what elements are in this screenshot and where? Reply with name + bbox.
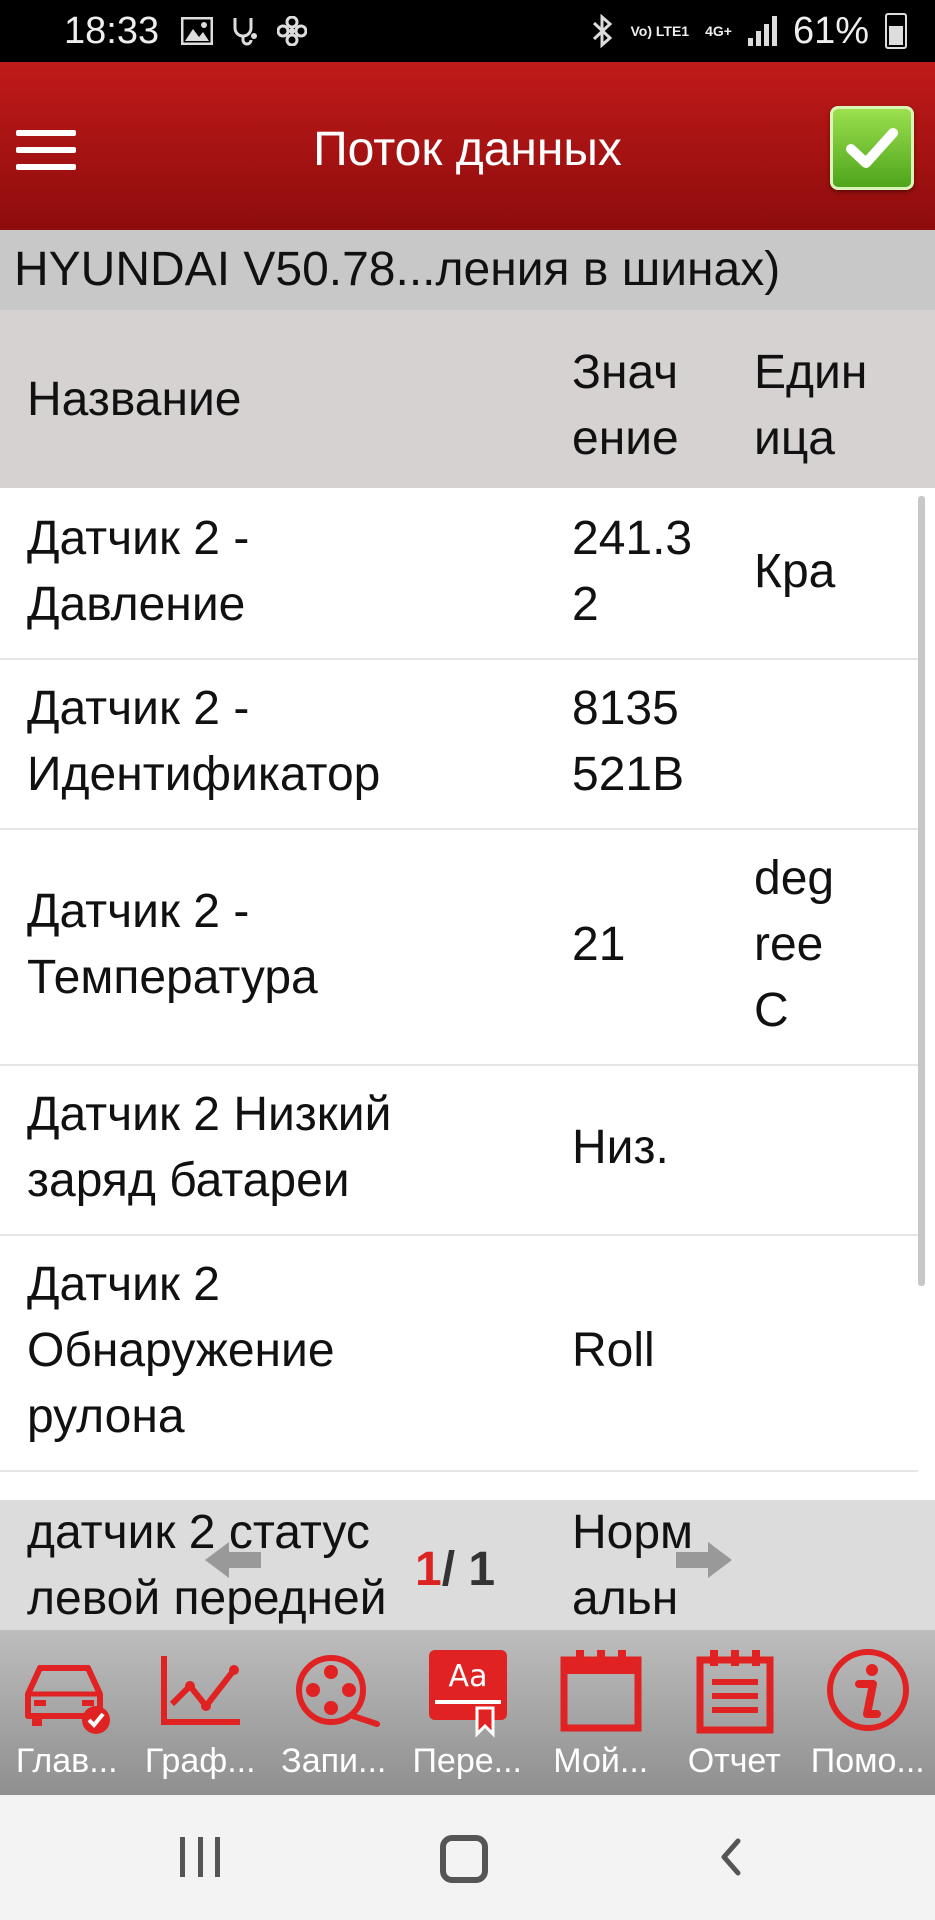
list-scrollbar[interactable] (918, 496, 925, 1286)
prev-page-arrow-icon[interactable] (205, 1540, 261, 1580)
row-value: 8135 521B (572, 682, 685, 801)
pager-bar: датчик 2 статус левой передней Норм альн 1… (0, 1500, 935, 1630)
toolbar-graph-button[interactable]: Граф... (134, 1630, 268, 1795)
row-value: Roll (572, 1324, 655, 1377)
row-unit: deg ree C (754, 852, 835, 1037)
film-reel-icon (296, 1655, 380, 1727)
vehicle-banner: HYUNDAI V50.78...ления в шинах) (0, 230, 935, 310)
table-header: Название Знач ение Един ица (0, 310, 935, 488)
toolbar-translate-button[interactable]: Aa Пере... (401, 1630, 535, 1795)
graph-icon (160, 1656, 240, 1725)
toolbar-my-button[interactable]: Мой... (534, 1630, 668, 1795)
row-value: Низ. (572, 1121, 669, 1174)
confirm-check-icon[interactable] (830, 106, 914, 190)
row-name: Датчик 2 - Идентификатор (27, 682, 381, 801)
table-row[interactable]: Датчик 2 - Идентификатор 8135 521B (0, 658, 918, 830)
gallery-icon (181, 17, 214, 45)
table-row[interactable]: Датчик 2 Низкий заряд батареи Низ. (0, 1064, 918, 1236)
data-stream-list[interactable]: Датчик 2 - Давление 241.3 2 Кра Датчик 2 -… (0, 488, 935, 1500)
car-check-icon (25, 1665, 110, 1734)
translate-icon: Aa (428, 1650, 507, 1738)
battery-icon (885, 13, 907, 49)
toolbar-report-button[interactable]: Отчет (668, 1630, 802, 1795)
table-row[interactable]: Датчик 2 - Давление 241.3 2 Кра (0, 488, 918, 660)
status-time: 18:33 (64, 9, 160, 52)
column-header-name: Название (27, 373, 242, 426)
next-page-arrow-icon[interactable] (676, 1540, 732, 1580)
system-nav-bar (0, 1795, 935, 1920)
row-value: 21 (572, 918, 626, 971)
toolbar-home-button[interactable]: Глав... (0, 1630, 134, 1795)
signal-icon (747, 16, 777, 46)
table-row[interactable]: Датчик 2 Обнаружение рулона Roll (0, 1234, 918, 1472)
toolbar-record-button[interactable]: Запи... (267, 1630, 401, 1795)
fan-icon (277, 16, 308, 46)
app-header: Поток данных (0, 62, 935, 230)
row-name: Датчик 2 - Температура (27, 885, 318, 1004)
network-type-label: 4G+ (705, 23, 732, 39)
stethoscope-icon (233, 18, 258, 46)
bottom-toolbar: Глав... Граф... Запи... Aa Пере... Мой..… (0, 1630, 935, 1795)
network-label: Vo) LTE1 (630, 23, 690, 39)
bluetooth-icon (593, 14, 613, 48)
row-value: Норм альн (572, 1506, 694, 1625)
recent-apps-icon[interactable] (180, 1837, 220, 1877)
row-value: 241.3 2 (572, 512, 693, 631)
home-icon[interactable] (440, 1835, 488, 1883)
status-bar: 18:33 Vo) LTE1 4G+ 61% (0, 0, 935, 62)
report-icon (696, 1650, 773, 1734)
battery-percent: 61% (792, 9, 869, 52)
info-icon (827, 1649, 909, 1731)
column-header-value: Знач ение (572, 346, 679, 465)
column-header-unit: Един ица (754, 346, 868, 465)
toolbar-help-button[interactable]: Помо... (801, 1630, 935, 1795)
calendar-icon (560, 1650, 642, 1732)
row-unit: Кра (754, 545, 836, 598)
page-title: Поток данных (313, 123, 622, 176)
svg-text:Aa: Aa (448, 1659, 487, 1694)
row-name: Датчик 2 - Давление (27, 512, 250, 631)
back-icon[interactable] (712, 1837, 752, 1877)
row-name: Датчик 2 Обнаружение рулона (27, 1258, 335, 1443)
page-indicator: 1/ 1 (415, 1543, 496, 1596)
table-row[interactable]: Датчик 2 - Температура 21 deg ree C (0, 828, 918, 1066)
row-name: Датчик 2 Низкий заряд батареи (27, 1088, 392, 1207)
